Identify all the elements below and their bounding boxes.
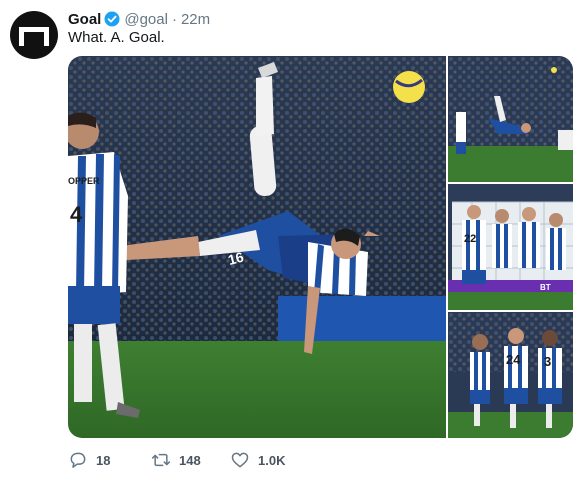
goal-logo-icon (19, 27, 49, 46)
media-photo-thumb-1[interactable] (448, 56, 573, 182)
teammate-number: 4 (70, 202, 83, 227)
timestamp[interactable]: 22m (181, 11, 210, 28)
author-handle[interactable]: @goal (124, 11, 168, 28)
retweet-count: 148 (179, 452, 201, 468)
goal-celebration-photo: BT 22 (448, 184, 573, 310)
media-photo-thumb-3[interactable]: 24 3 (448, 312, 573, 438)
verified-badge-icon (104, 11, 120, 27)
retweet-icon (151, 453, 171, 467)
reply-button[interactable]: 18 (68, 450, 151, 470)
reply-icon (70, 452, 86, 468)
teammate-name: OPPER (68, 176, 100, 186)
bicycle-kick-photo: 4 OPPER 16 (68, 56, 446, 438)
separator-dot: · (171, 10, 177, 28)
media-grid: 4 OPPER 16 BT 22 24 3 (68, 56, 573, 438)
team-huddle-photo: 24 3 (448, 312, 573, 438)
avatar[interactable] (10, 11, 58, 59)
like-button[interactable]: 1.0K (230, 450, 310, 470)
reply-count: 18 (96, 452, 111, 468)
heart-icon (231, 452, 249, 468)
tweet-header: Goal @goal · 22m (68, 9, 210, 29)
retweet-button[interactable]: 148 (151, 450, 230, 470)
player-number-24: 24 (506, 352, 521, 367)
player-number-3: 3 (544, 354, 551, 369)
player-number-22: 22 (464, 233, 476, 245)
author-name[interactable]: Goal (68, 11, 101, 28)
media-photo-thumb-2[interactable]: BT 22 (448, 184, 573, 310)
ad-board-text: BT (540, 283, 551, 292)
kick-wide-photo (448, 56, 573, 182)
media-photo-main[interactable]: 4 OPPER 16 (68, 56, 446, 438)
tweet-actions: 18 148 1.0K (68, 448, 310, 472)
tweet-text: What. A. Goal. (68, 29, 165, 46)
like-count: 1.0K (258, 452, 286, 468)
tweet[interactable]: Goal @goal · 22m What. A. Goal. 4 OPPER … (0, 0, 586, 483)
